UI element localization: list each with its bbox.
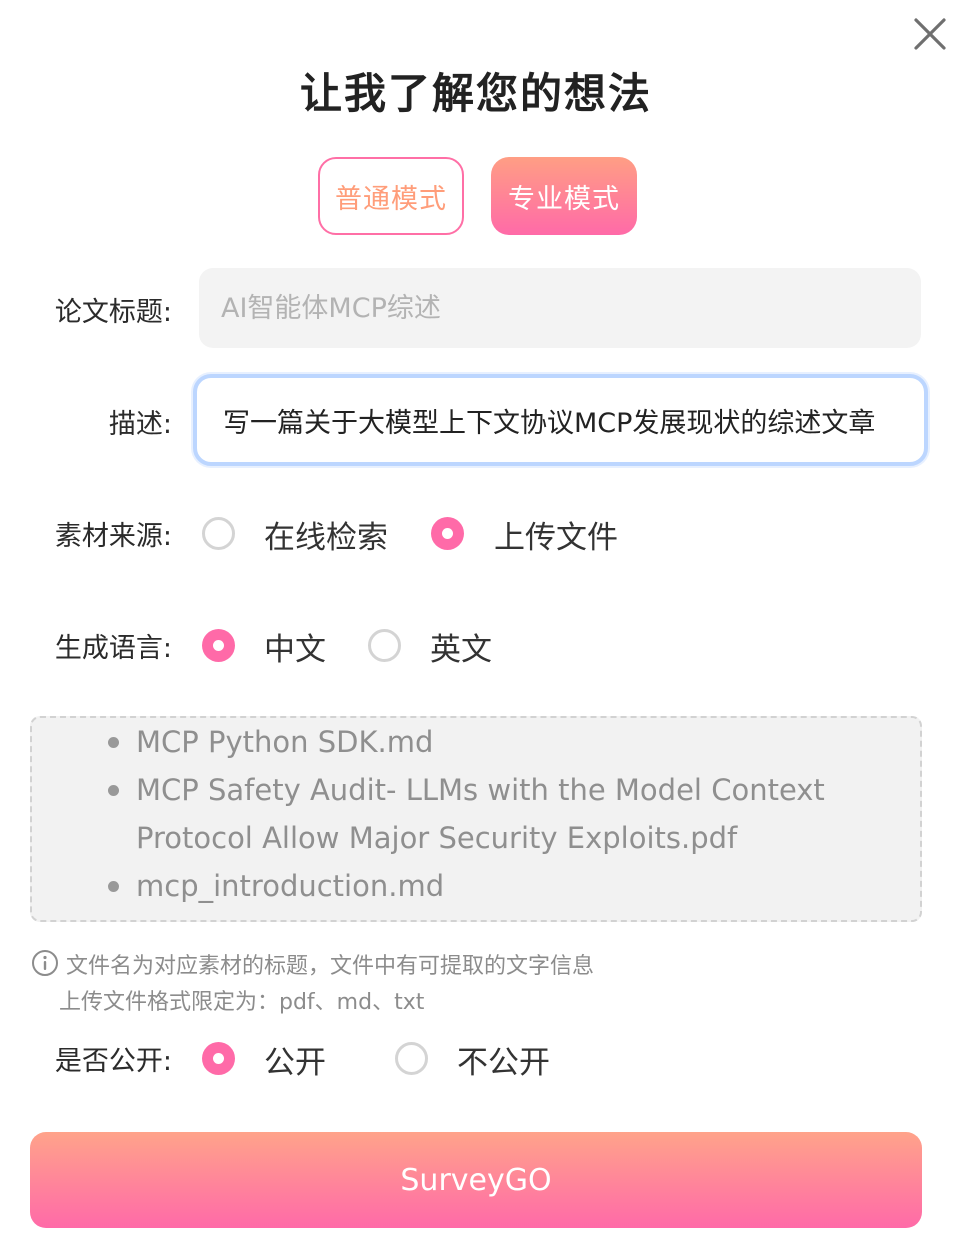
bullet-icon	[108, 737, 119, 748]
submit-button[interactable]: SurveyGO	[30, 1132, 922, 1228]
language-label: 生成语言:	[54, 633, 172, 664]
file-name: MCP Python SDK.md	[136, 725, 434, 759]
paper-title-input[interactable]	[199, 268, 921, 348]
file-item-continued: Protocol Allow Major Security Exploits.p…	[136, 814, 737, 862]
language-english-radio[interactable]	[368, 629, 401, 662]
info-icon	[31, 949, 59, 977]
mode-pro-button[interactable]: 专业模式	[491, 157, 637, 235]
public-label: 是否公开:	[54, 1046, 172, 1077]
upload-hint-line-1: 文件名为对应素材的标题，文件中有可提取的文字信息	[66, 954, 595, 979]
paper-title-label: 论文标题:	[54, 297, 172, 328]
bullet-icon	[108, 881, 119, 892]
source-label: 素材来源:	[54, 521, 172, 552]
upload-hint-line-2: 上传文件格式限定为：pdf、md、txt	[59, 990, 425, 1015]
file-upload-area[interactable]: MCP Python SDK.md MCP Safety Audit- LLMs…	[30, 716, 922, 922]
survey-dialog: 让我了解您的想法 普通模式 专业模式 论文标题: 描述: 素材来源: 在线检索 …	[0, 0, 960, 1256]
close-icon	[914, 18, 946, 50]
dialog-title: 让我了解您的想法	[299, 69, 652, 118]
file-name: mcp_introduction.md	[136, 869, 445, 903]
public-no-label[interactable]: 不公开	[457, 1037, 550, 1082]
public-yes-radio[interactable]	[202, 1042, 235, 1075]
file-name: Protocol Allow Major Security Exploits.p…	[136, 821, 738, 855]
source-upload-label[interactable]: 上传文件	[494, 512, 618, 557]
description-label: 描述:	[108, 409, 172, 440]
language-english-label[interactable]: 英文	[430, 624, 492, 669]
description-input[interactable]	[193, 374, 928, 466]
source-online-radio[interactable]	[202, 517, 235, 550]
file-item: MCP Python SDK.md	[108, 718, 434, 766]
bullet-icon	[108, 785, 119, 796]
file-item: MCP Safety Audit- LLMs with the Model Co…	[108, 766, 825, 814]
file-name: MCP Safety Audit- LLMs with the Model Co…	[136, 773, 825, 807]
public-no-radio[interactable]	[395, 1042, 428, 1075]
language-chinese-radio[interactable]	[202, 629, 235, 662]
source-online-label[interactable]: 在线检索	[264, 512, 388, 557]
mode-normal-button[interactable]: 普通模式	[318, 157, 464, 235]
public-yes-label[interactable]: 公开	[264, 1037, 326, 1082]
source-upload-radio[interactable]	[431, 517, 464, 550]
file-item: mcp_introduction.md	[108, 862, 445, 910]
close-button[interactable]	[908, 12, 952, 56]
language-chinese-label[interactable]: 中文	[264, 624, 326, 669]
